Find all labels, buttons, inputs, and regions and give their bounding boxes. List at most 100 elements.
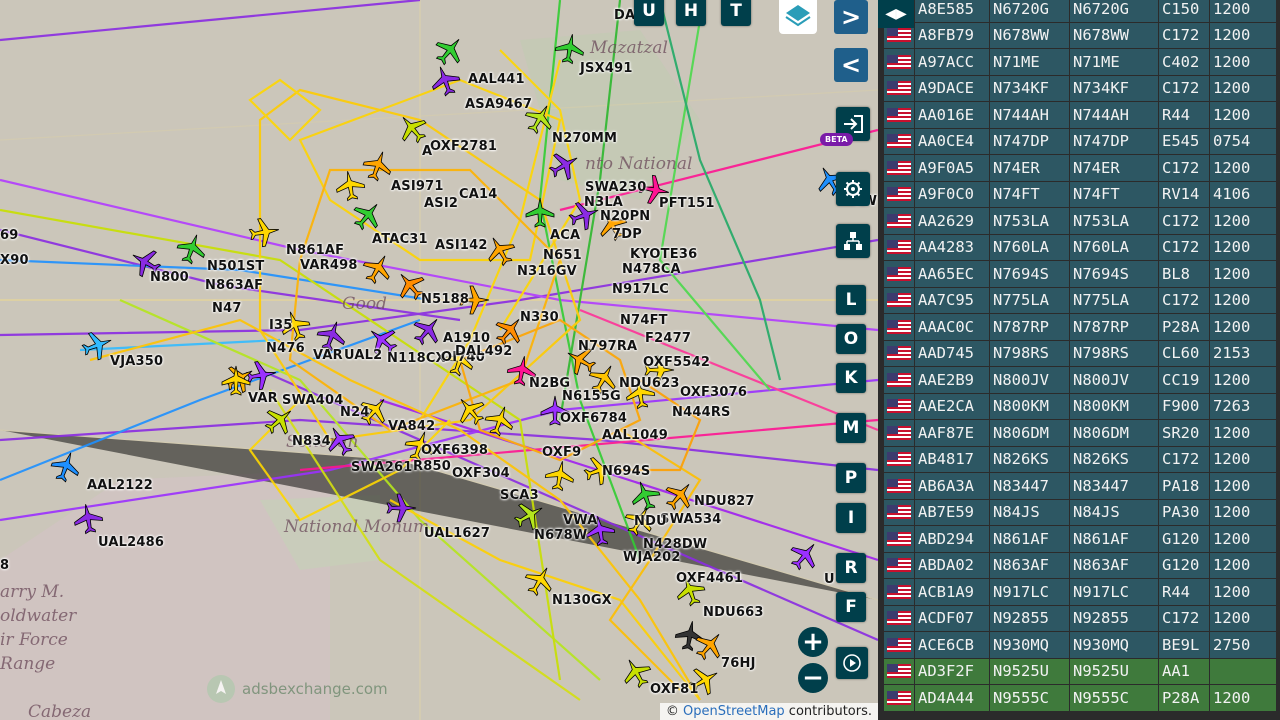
callsign-label[interactable]: N5188 — [421, 292, 469, 307]
aircraft-icon[interactable] — [545, 146, 584, 185]
callsign-label[interactable]: N130GX — [552, 593, 612, 608]
zoom-in-button[interactable]: + — [798, 627, 828, 657]
callsign-label[interactable]: OXF9 — [542, 445, 581, 460]
callsign-label[interactable]: I35 — [269, 318, 293, 333]
callsign-label[interactable]: SWA534 — [660, 512, 722, 527]
callsign-label[interactable]: SWA261 — [351, 460, 413, 475]
callsign-label[interactable]: N478CA — [622, 262, 681, 277]
aircraft-icon[interactable] — [358, 249, 397, 288]
table-row[interactable]: AAF87E N806DM N806DM SR20 1200 — [884, 420, 1276, 446]
callsign-label[interactable]: N316GV — [517, 264, 577, 279]
aircraft-icon[interactable] — [386, 493, 417, 523]
table-row[interactable]: A97ACC N71ME N71ME C402 1200 — [884, 49, 1276, 75]
callsign-label[interactable]: N74FT — [620, 313, 668, 328]
table-row[interactable]: A9DACE N734KF N734KF C172 1200 — [884, 75, 1276, 101]
callsign-label[interactable]: UAL1627 — [424, 526, 490, 541]
callsign-label[interactable]: OXF4461 — [676, 571, 743, 586]
callsign-label[interactable]: 7DP — [612, 227, 642, 242]
callsign-label[interactable]: UAL2486 — [98, 535, 164, 550]
aircraft-icon[interactable] — [482, 402, 518, 439]
callsign-label[interactable]: N501ST — [207, 259, 264, 274]
callsign-label[interactable]: ASA9467 — [465, 97, 532, 112]
aircraft-icon[interactable] — [408, 310, 448, 350]
callsign-label[interactable]: WJA202 — [623, 550, 681, 565]
p-button[interactable]: P — [836, 463, 866, 493]
table-row[interactable]: AA016E N744AH N744AH R44 1200 — [884, 102, 1276, 128]
aircraft-icon[interactable] — [221, 365, 251, 396]
callsign-label[interactable]: ASI2 — [424, 196, 458, 211]
callsign-label[interactable]: JSX491 — [580, 61, 633, 76]
table-row[interactable]: AD3F2F N9525U N9525U AA1 — [884, 658, 1276, 684]
o-button[interactable]: O — [836, 324, 866, 354]
aircraft-icon[interactable] — [785, 535, 825, 575]
callsign-label[interactable]: AAL441 — [468, 72, 525, 87]
callsign-label[interactable]: ASI971 — [391, 179, 444, 194]
callsign-label[interactable]: N270MM — [552, 131, 617, 146]
map-view[interactable]: Mazatzal nto National Good Sonoran Natio… — [0, 0, 878, 720]
aircraft-icon[interactable] — [627, 477, 663, 514]
callsign-label[interactable]: DAL492 — [455, 344, 512, 359]
table-row[interactable]: A8FB79 N678WW N678WW C172 1200 — [884, 22, 1276, 48]
callsign-label[interactable]: A — [422, 144, 432, 159]
replay-button[interactable] — [836, 647, 868, 679]
callsign-label[interactable]: N330 — [520, 310, 559, 325]
prev-button[interactable]: < — [834, 48, 868, 82]
f-button[interactable]: F — [836, 592, 866, 622]
callsign-label[interactable]: N917LC — [612, 282, 669, 297]
i-button[interactable]: I — [836, 503, 866, 533]
table-row[interactable]: AAE2CA N800KM N800KM F900 7263 — [884, 393, 1276, 419]
callsign-label[interactable]: N834 — [292, 434, 331, 449]
callsign-label[interactable]: ASI142 — [435, 238, 488, 253]
callsign-label[interactable]: ATAC31 — [372, 232, 428, 247]
callsign-label[interactable]: N651 — [543, 248, 582, 263]
table-row[interactable]: AA65EC N7694S N7694S BL8 1200 — [884, 261, 1276, 287]
r-button[interactable]: R — [836, 553, 866, 583]
table-row[interactable]: A9F0A5 N74ER N74ER C172 1200 — [884, 155, 1276, 181]
aircraft-icon[interactable] — [48, 448, 84, 485]
table-row[interactable]: ACB1A9 N917LC N917LC R44 1200 — [884, 579, 1276, 605]
zoom-out-button[interactable]: − — [798, 663, 828, 693]
callsign-label[interactable]: NDU623 — [619, 376, 680, 391]
table-row[interactable]: AA7C95 N775LA N775LA C172 1200 — [884, 287, 1276, 313]
table-row[interactable]: ABD294 N861AF N861AF G120 1200 — [884, 526, 1276, 552]
callsign-label[interactable]: NDU — [634, 514, 667, 529]
table-row[interactable]: A8E585 N6720G N6720G C150 1200 — [884, 0, 1276, 22]
callsign-label[interactable]: AAL1049 — [602, 428, 668, 443]
callsign-label[interactable]: NDU827 — [694, 494, 755, 509]
table-row[interactable]: ACDF07 N92855 N92855 C172 1200 — [884, 605, 1276, 631]
callsign-label[interactable]: PFT151 — [659, 196, 715, 211]
callsign-label[interactable]: N861AF — [286, 243, 344, 258]
next-button[interactable]: > — [834, 0, 868, 34]
callsign-label[interactable]: VAR — [248, 391, 278, 406]
aircraft-icon[interactable] — [248, 216, 281, 249]
callsign-label[interactable]: UAL2 — [344, 348, 382, 363]
table-row[interactable]: AA0CE4 N747DP N747DP E545 0754 — [884, 128, 1276, 154]
callsign-label[interactable]: X90 — [0, 253, 29, 268]
table-row[interactable]: AA2629 N753LA N753LA C172 1200 — [884, 208, 1276, 234]
callsign-label[interactable]: NDU663 — [703, 605, 764, 620]
callsign-label[interactable]: AAL2122 — [87, 478, 153, 493]
osm-link[interactable]: OpenStreetMap — [683, 704, 785, 719]
aircraft-icon[interactable] — [348, 195, 388, 235]
u-button[interactable]: U — [634, 0, 664, 26]
table-row[interactable]: AB6A3A N83447 N83447 PA18 1200 — [884, 473, 1276, 499]
layers-button[interactable] — [779, 0, 817, 34]
aircraft-icon[interactable] — [544, 459, 577, 492]
table-row[interactable]: AB7E59 N84JS N84JS PA30 1200 — [884, 499, 1276, 525]
panel-toggle-button[interactable]: ◀▶ — [878, 0, 914, 28]
t-button[interactable]: T — [721, 0, 751, 26]
table-row[interactable]: AB4817 N826KS N826KS C172 1200 — [884, 446, 1276, 472]
aircraft-icon[interactable] — [525, 197, 555, 228]
settings-button[interactable] — [836, 172, 870, 206]
callsign-label[interactable]: N6155G — [562, 389, 621, 404]
table-row[interactable]: ACE6CB N930MQ N930MQ BE9L 2750 — [884, 632, 1276, 658]
callsign-label[interactable]: OXF81 — [650, 682, 699, 697]
callsign-label[interactable]: VAR498 — [300, 258, 358, 273]
table-row[interactable]: AA4283 N760LA N760LA C172 1200 — [884, 234, 1276, 260]
callsign-label[interactable]: R850 — [413, 459, 451, 474]
table-row[interactable]: A9F0C0 N74FT N74FT RV14 4106 — [884, 181, 1276, 207]
aircraft-icon[interactable] — [392, 108, 432, 148]
table-row[interactable]: AD4A44 N9555C N9555C P28A 1200 — [884, 685, 1276, 711]
table-row[interactable]: AAD745 N798RS N798RS CL60 2153 — [884, 340, 1276, 366]
callsign-label[interactable]: OXF6398 — [421, 443, 488, 458]
